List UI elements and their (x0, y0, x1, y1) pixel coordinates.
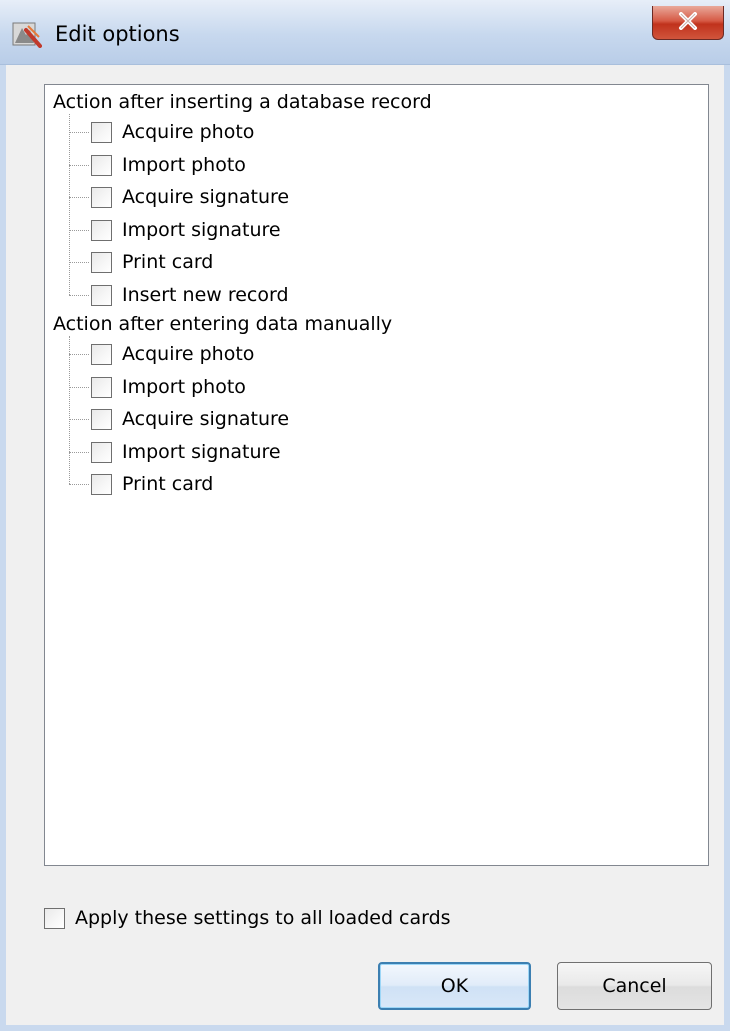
tree-connector-branch (69, 386, 89, 388)
apply-all-label: Apply these settings to all loaded cards (75, 907, 451, 929)
tree-item-label: Acquire photo (122, 121, 255, 143)
tree-item-checkbox[interactable] (91, 187, 112, 208)
tree-connector-branch (69, 164, 89, 166)
tree-item[interactable]: Import signature (45, 436, 645, 468)
tree-item-checkbox[interactable] (91, 219, 112, 241)
tree-item-label: Import photo (122, 153, 246, 176)
tree-connector-branch (69, 451, 89, 453)
close-icon (677, 11, 699, 34)
tree-item-checkbox[interactable] (91, 284, 112, 306)
tree-item[interactable]: Acquire photo (45, 116, 645, 148)
tree-item-checkbox[interactable] (91, 344, 112, 365)
options-tree[interactable]: Action after inserting a database record… (44, 84, 709, 866)
tree-group-label[interactable]: Action after entering data manually (53, 312, 392, 336)
tree-item-checkbox[interactable] (91, 474, 112, 495)
tree-item-label: Acquire signature (122, 186, 290, 208)
tree-item[interactable]: Acquire photo (45, 338, 645, 370)
app-icon (12, 20, 42, 48)
tree-item-label: Import signature (122, 440, 281, 463)
tree-group-label[interactable]: Action after inserting a database record (53, 90, 432, 114)
tree-item-label: Print card (122, 251, 214, 273)
tree-connector-branch (69, 197, 89, 198)
tree-item[interactable]: Insert new record (45, 279, 645, 311)
tree-item-label: Import photo (122, 375, 246, 398)
edit-options-dialog: Edit options Action after inserting a da… (0, 0, 730, 1031)
tree-item[interactable]: Print card (45, 468, 645, 500)
tree-item[interactable]: Acquire signature (45, 181, 645, 213)
tree-item[interactable]: Import photo (45, 149, 645, 181)
title-bar[interactable]: Edit options (0, 0, 730, 65)
tree-item-checkbox[interactable] (91, 409, 112, 430)
tree-connector-branch (69, 132, 89, 133)
apply-all-checkbox[interactable] (44, 908, 65, 929)
tree-item-checkbox[interactable] (91, 252, 112, 273)
tree-item-label: Insert new record (122, 283, 289, 306)
tree-connector-branch (69, 354, 89, 355)
tree-item-checkbox[interactable] (91, 441, 112, 463)
tree-connector-branch (69, 262, 89, 263)
tree-connector-branch (69, 294, 89, 296)
close-button[interactable] (652, 6, 724, 40)
tree-item-label: Acquire photo (122, 343, 255, 365)
tree-item[interactable]: Acquire signature (45, 403, 645, 435)
tree-item[interactable]: Import photo (45, 371, 645, 403)
tree-connector-branch (69, 484, 89, 485)
tree-connector-branch (69, 229, 89, 231)
tree-connector-branch (69, 419, 89, 420)
ok-button[interactable]: OK (378, 962, 531, 1010)
tree-item-label: Print card (122, 473, 214, 495)
tree-item-checkbox[interactable] (91, 376, 112, 398)
tree-item[interactable]: Print card (45, 246, 645, 278)
window-title: Edit options (55, 22, 180, 46)
tree-item-label: Import signature (122, 218, 281, 241)
tree-item[interactable]: Import signature (45, 214, 645, 246)
apply-all-option[interactable]: Apply these settings to all loaded cards (44, 905, 644, 937)
tree-item-label: Acquire signature (122, 408, 290, 430)
tree-item-checkbox[interactable] (91, 122, 112, 143)
tree-item-checkbox[interactable] (91, 154, 112, 176)
cancel-button[interactable]: Cancel (557, 962, 712, 1010)
